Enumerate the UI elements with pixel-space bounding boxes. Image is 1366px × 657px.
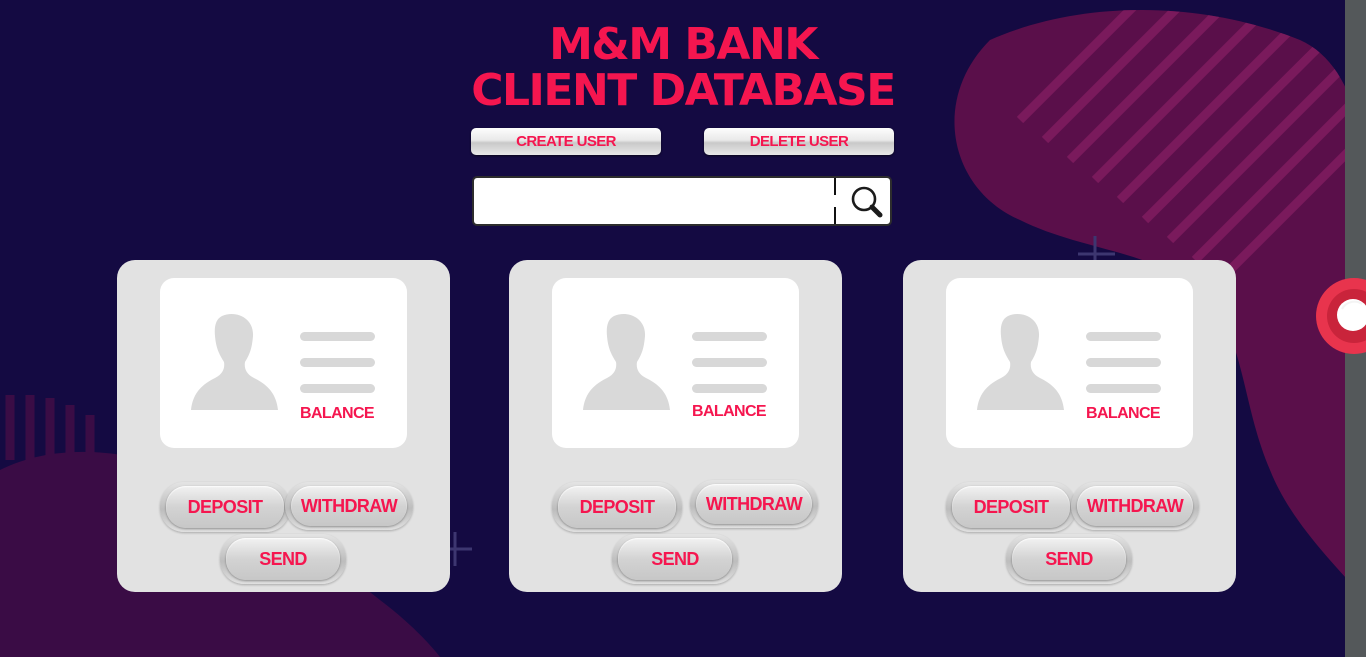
send-button[interactable]: SEND: [618, 538, 732, 580]
info-line: [300, 332, 375, 341]
withdraw-button[interactable]: WITHDRAW: [291, 486, 407, 526]
search-button[interactable]: [838, 178, 890, 224]
withdraw-button-frame: WITHDRAW: [1071, 482, 1199, 530]
balance-label: BALANCE: [299, 405, 375, 422]
info-line: [692, 332, 767, 341]
page-title: M&M BANK CLIENT DATABASE: [383, 22, 983, 114]
person-silhouette-icon: [191, 314, 278, 410]
send-button-frame: SEND: [1006, 534, 1132, 584]
balance-label: BALANCE: [1085, 405, 1161, 422]
info-line: [692, 384, 767, 393]
title-line-2: CLIENT DATABASE: [471, 65, 896, 116]
deposit-button-frame: DEPOSIT: [552, 482, 682, 532]
title-line-1: M&M BANK: [549, 19, 818, 70]
balance-label: BALANCE: [691, 403, 767, 420]
client-profile-panel: BALANCE: [946, 278, 1193, 448]
slider-knob-icon: [1316, 278, 1366, 354]
client-card: BALANCE DEPOSIT WITHDRAW SEND: [117, 260, 450, 592]
delete-user-button[interactable]: DELETE USER: [704, 128, 894, 155]
withdraw-button-frame: WITHDRAW: [285, 482, 413, 530]
person-silhouette-icon: [977, 314, 1064, 410]
info-line: [1086, 332, 1161, 341]
deposit-button-frame: DEPOSIT: [946, 482, 1076, 532]
deposit-button[interactable]: DEPOSIT: [558, 486, 676, 528]
withdraw-button-frame: WITHDRAW: [690, 480, 818, 528]
info-line: [1086, 358, 1161, 367]
person-silhouette-icon: [583, 314, 670, 410]
slider-knob[interactable]: [1314, 276, 1366, 356]
info-line: [300, 358, 375, 367]
deposit-button[interactable]: DEPOSIT: [166, 486, 284, 528]
info-line: [300, 384, 375, 393]
info-line: [692, 358, 767, 367]
create-user-button[interactable]: CREATE USER: [471, 128, 661, 155]
send-button[interactable]: SEND: [1012, 538, 1126, 580]
info-line: [1086, 384, 1161, 393]
withdraw-button[interactable]: WITHDRAW: [696, 484, 812, 524]
deposit-button-frame: DEPOSIT: [160, 482, 290, 532]
deposit-button[interactable]: DEPOSIT: [952, 486, 1070, 528]
client-card: BALANCE DEPOSIT WITHDRAW SEND: [509, 260, 842, 592]
send-button[interactable]: SEND: [226, 538, 340, 580]
send-button-frame: SEND: [612, 534, 738, 584]
send-button-frame: SEND: [220, 534, 346, 584]
search-bar: [472, 176, 892, 226]
client-profile-panel: BALANCE: [552, 278, 799, 448]
magnifier-icon: [851, 186, 883, 218]
withdraw-button[interactable]: WITHDRAW: [1077, 486, 1193, 526]
client-card: BALANCE DEPOSIT WITHDRAW SEND: [903, 260, 1236, 592]
search-input[interactable]: [480, 182, 832, 222]
client-profile-panel: BALANCE: [160, 278, 407, 448]
